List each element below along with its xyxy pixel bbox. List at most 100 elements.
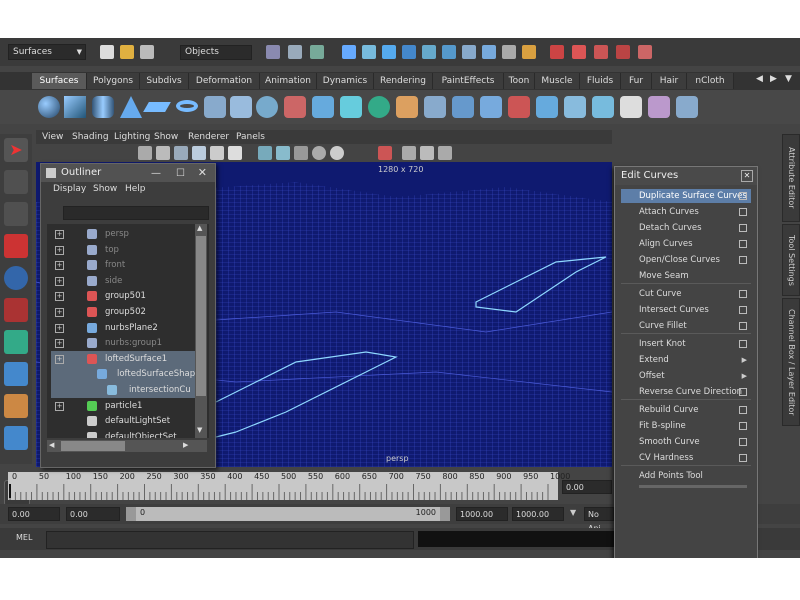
outliner-menu-help[interactable]: Help xyxy=(125,184,146,194)
snap-view-plane-icon[interactable] xyxy=(616,45,630,59)
expand-icon[interactable]: + xyxy=(55,292,64,302)
menu-item-intersect-curves[interactable]: Intersect Curves xyxy=(621,303,751,317)
expand-icon[interactable]: + xyxy=(55,308,64,317)
range-slider-handle-left[interactable] xyxy=(126,507,136,521)
tab-painteffects[interactable]: PaintEffects xyxy=(433,73,504,89)
range-slider[interactable]: 0 1000 xyxy=(126,507,450,521)
option-box-icon[interactable] xyxy=(739,224,747,232)
trim-tool-icon[interactable] xyxy=(480,96,502,118)
outliner-menu-show[interactable]: Show xyxy=(93,184,117,194)
scroll-up-icon[interactable]: ▲ xyxy=(197,224,202,232)
safe-title-icon[interactable] xyxy=(438,146,452,160)
option-box-icon[interactable] xyxy=(739,290,747,298)
menu-item-cv-hardness[interactable]: CV Hardness xyxy=(621,451,751,465)
selection-mode-dropdown[interactable]: Objects xyxy=(180,45,252,60)
expand-icon[interactable]: + xyxy=(55,261,64,271)
panel-menu-lighting[interactable]: Lighting xyxy=(114,130,150,144)
textured-icon[interactable] xyxy=(210,146,224,160)
smooth-shade-icon[interactable] xyxy=(192,146,206,160)
move-tool-icon[interactable] xyxy=(4,234,28,258)
outliner-hscroll[interactable]: ◀ ▶ xyxy=(47,440,207,452)
end-time-field[interactable]: 1000.00 xyxy=(512,507,564,521)
chevron-down-icon[interactable]: ▼ xyxy=(570,508,576,517)
menu-item-move-seam[interactable]: Move Seam xyxy=(621,269,751,283)
option-box-icon[interactable] xyxy=(739,240,747,248)
playback-end-field[interactable]: 1000.00 xyxy=(456,507,508,521)
film-gate-icon[interactable] xyxy=(402,146,416,160)
select-object-icon[interactable] xyxy=(288,45,302,59)
rotate-tool-icon[interactable] xyxy=(4,266,28,290)
option-box-icon[interactable] xyxy=(739,322,747,330)
extrude-icon[interactable] xyxy=(284,96,306,118)
tab-polygons[interactable]: Polygons xyxy=(87,73,140,89)
expand-icon[interactable]: + xyxy=(55,245,64,255)
planar-icon[interactable] xyxy=(256,96,278,118)
shelf-scroll-right-icon[interactable]: ▶ xyxy=(770,74,777,84)
tab-tool-settings[interactable]: Tool Settings xyxy=(782,224,800,296)
outliner-item[interactable]: loftedSurfaceShap xyxy=(51,366,201,383)
menu-item-curve-fillet[interactable]: Curve Fillet xyxy=(621,319,751,333)
revolve-icon[interactable] xyxy=(204,96,226,118)
expand-icon[interactable]: + xyxy=(55,339,64,349)
nurbs-plane-icon[interactable] xyxy=(143,102,171,112)
tab-subdivs[interactable]: Subdivs xyxy=(140,73,189,89)
mask-deformations-icon[interactable] xyxy=(422,45,436,59)
outliner-vscroll[interactable]: ▲ ▼ xyxy=(195,224,207,438)
minimize-icon[interactable]: — xyxy=(151,165,161,183)
outliner-item[interactable]: + nurbs:group1 xyxy=(51,335,201,351)
show-manip-icon[interactable] xyxy=(4,394,28,418)
universal-manip-icon[interactable] xyxy=(4,330,28,354)
nurbs-sphere-icon[interactable] xyxy=(38,96,60,118)
xray-icon[interactable] xyxy=(258,146,272,160)
tab-rendering[interactable]: Rendering xyxy=(374,73,433,89)
edit-curves-titlebar[interactable]: Edit Curves ✕ xyxy=(615,167,757,185)
mask-curves-icon[interactable] xyxy=(382,45,396,59)
square-surface-icon[interactable] xyxy=(368,96,390,118)
menu-item-cut-curve[interactable]: Cut Curve xyxy=(621,287,751,301)
outliner-item[interactable]: defaultObjectSet xyxy=(51,429,201,438)
panel-menu-shading[interactable]: Shading xyxy=(72,130,109,144)
loft-icon[interactable] xyxy=(230,96,252,118)
command-input[interactable] xyxy=(46,531,414,549)
select-hierarchy-icon[interactable] xyxy=(266,45,280,59)
menu-item-fit-b-spline[interactable]: Fit B-spline xyxy=(621,419,751,433)
attach-surfaces-icon[interactable] xyxy=(536,96,558,118)
option-box-icon[interactable] xyxy=(739,406,747,414)
playback-start-field[interactable]: 0.00 xyxy=(66,507,120,521)
outliner-item[interactable]: intersectionCu xyxy=(51,382,201,398)
intersect-surfaces-icon[interactable] xyxy=(452,96,474,118)
tab-animation[interactable]: Animation xyxy=(260,73,317,89)
outliner-item[interactable]: + persp xyxy=(51,226,201,242)
menu-set-dropdown[interactable]: Surfaces ▼ xyxy=(8,44,86,60)
mask-misc-icon[interactable] xyxy=(482,45,496,59)
menu-item-offset[interactable]: Offset ▶ xyxy=(621,369,751,383)
outliner-item[interactable]: defaultLightSet xyxy=(51,413,201,429)
menu-item-duplicate-surface-curves[interactable]: Duplicate Surface Curves xyxy=(621,189,751,203)
scroll-down-icon[interactable]: ▼ xyxy=(197,426,202,434)
start-time-field[interactable]: 0.00 xyxy=(8,507,60,521)
save-scene-icon[interactable] xyxy=(140,45,154,59)
outliner-titlebar[interactable]: Outliner — ☐ ✕ xyxy=(41,164,215,182)
camera-icon[interactable] xyxy=(138,146,152,160)
untrim-icon[interactable] xyxy=(508,96,530,118)
option-box-icon[interactable] xyxy=(739,340,747,348)
nurbs-cone-icon[interactable] xyxy=(120,96,142,118)
maximize-icon[interactable]: ☐ xyxy=(176,165,185,183)
bevel-icon[interactable] xyxy=(396,96,418,118)
make-live-icon[interactable] xyxy=(638,45,652,59)
shelf-menu-icon[interactable]: ▼ xyxy=(785,74,792,84)
outliner-item[interactable]: + front xyxy=(51,257,201,273)
tab-toon[interactable]: Toon xyxy=(504,73,535,89)
option-box-icon[interactable] xyxy=(739,454,747,462)
tab-attribute-editor[interactable]: Attribute Editor xyxy=(782,134,800,222)
panel-menu-show[interactable]: Show xyxy=(154,130,178,144)
mask-joints-icon[interactable] xyxy=(362,45,376,59)
option-box-icon[interactable] xyxy=(739,256,747,264)
option-box-icon[interactable] xyxy=(739,422,747,430)
safe-action-icon[interactable] xyxy=(420,146,434,160)
hud-icon[interactable] xyxy=(330,146,344,160)
sculpt-icon[interactable] xyxy=(648,96,670,118)
mask-surfaces-icon[interactable] xyxy=(402,45,416,59)
shadows-icon[interactable] xyxy=(294,146,308,160)
time-slider[interactable]: 0 50 100 150 200 250 300 350 400 450 500 550 600 650 7… xyxy=(8,472,570,500)
